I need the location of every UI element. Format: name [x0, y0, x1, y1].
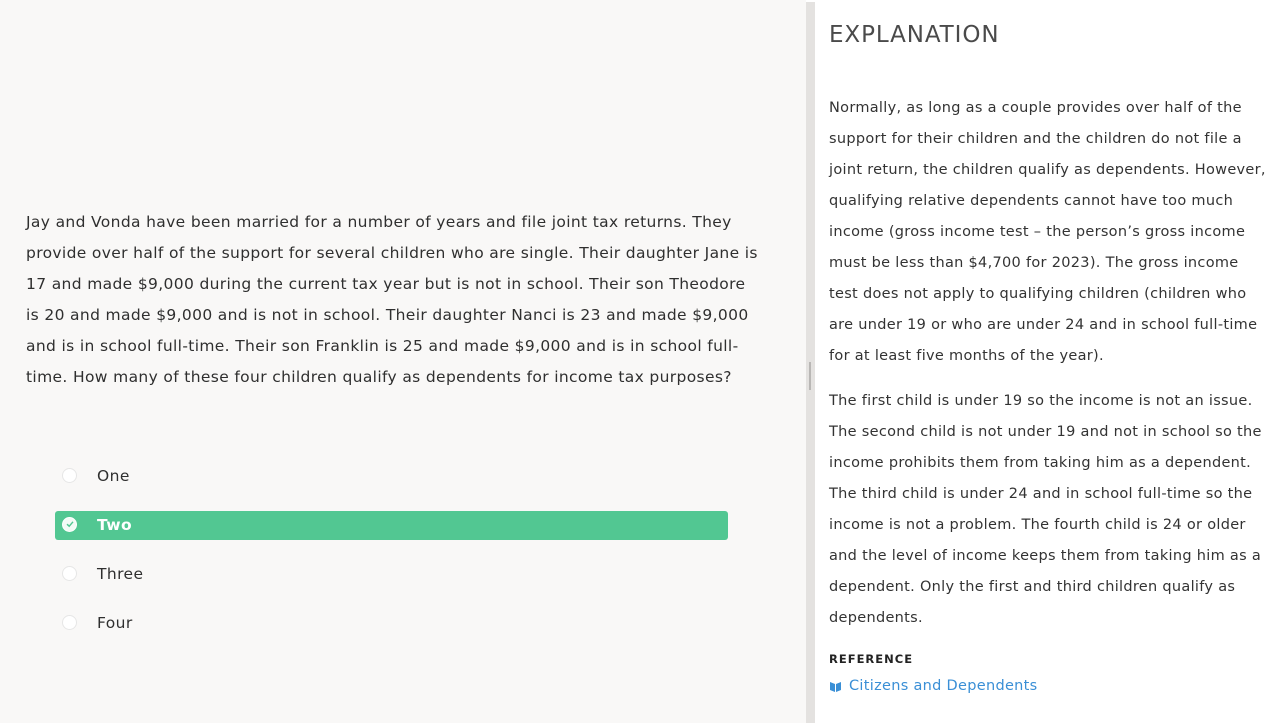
radio-button[interactable] — [62, 468, 77, 483]
question-text: Jay and Vonda have been married for a nu… — [26, 213, 758, 386]
explanation-panel: EXPLANATION Normally, as long as a coupl… — [815, 0, 1276, 723]
explanation-paragraph: The first child is under 19 so the incom… — [829, 393, 1262, 626]
answer-label: Four — [97, 614, 133, 632]
book-icon — [830, 681, 841, 692]
answer-option-three[interactable]: Three — [55, 560, 728, 589]
question-panel: Jay and Vonda have been married for a nu… — [0, 0, 806, 723]
answer-list: One Two Three Four — [55, 462, 728, 658]
reference-link[interactable]: Citizens and Dependents — [829, 678, 1038, 694]
explanation-paragraph: Normally, as long as a couple provides o… — [829, 100, 1266, 364]
answer-label: Three — [97, 565, 144, 583]
check-icon — [66, 521, 74, 528]
app-window: Jay and Vonda have been married for a nu… — [0, 0, 1276, 723]
explanation-title: EXPLANATION — [829, 22, 1000, 48]
answer-option-two[interactable]: Two — [55, 511, 728, 540]
radio-button[interactable] — [62, 566, 77, 581]
answer-option-four[interactable]: Four — [55, 609, 728, 638]
radio-button[interactable] — [62, 615, 77, 630]
answer-label: Two — [97, 516, 133, 534]
resize-handle[interactable] — [809, 362, 811, 390]
answer-label: One — [97, 467, 130, 485]
radio-button-checked[interactable] — [62, 517, 77, 532]
reference-link-label: Citizens and Dependents — [849, 678, 1038, 694]
answer-option-one[interactable]: One — [55, 462, 728, 491]
reference-heading: REFERENCE — [829, 652, 914, 666]
